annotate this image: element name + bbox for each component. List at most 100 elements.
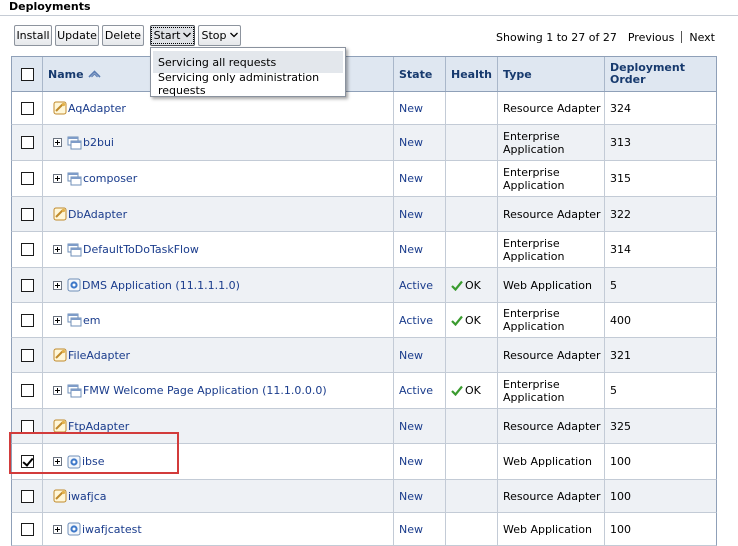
row-select-cell: [12, 92, 43, 124]
row-checkbox[interactable]: [20, 278, 34, 292]
row-checkbox[interactable]: [20, 207, 34, 221]
row-health-cell: [446, 161, 498, 196]
expand-icon[interactable]: [53, 524, 62, 534]
row-health-cell: [446, 444, 498, 479]
row-state-cell: New: [394, 409, 446, 443]
row-checkbox[interactable]: [20, 313, 34, 327]
row-type-cell: Enterprise Application: [498, 125, 605, 160]
row-health-cell: [446, 232, 498, 267]
update-button[interactable]: Update: [55, 25, 99, 46]
deployment-name-link[interactable]: DefaultToDoTaskFlow: [83, 243, 199, 256]
table-row: b2bui New Enterprise Application 313: [11, 125, 717, 161]
expand-icon[interactable]: [53, 138, 62, 147]
resource-adapter-icon: [53, 489, 68, 503]
deployment-name-link[interactable]: DMS Application (11.1.1.1.0): [82, 279, 240, 292]
delete-button[interactable]: Delete: [102, 25, 144, 46]
pager-separator: [681, 31, 683, 43]
row-health-cell: OK: [446, 373, 498, 408]
type-text: Enterprise: [503, 307, 560, 320]
deployment-order-text: 100: [610, 455, 631, 468]
row-order-cell: 325: [605, 409, 716, 443]
deployment-name-link[interactable]: iwafjca: [68, 490, 107, 503]
menu-item-label: Servicing all requests: [158, 55, 277, 69]
table-row: DMS Application (11.1.1.1.0) Active OK Web …: [11, 268, 717, 303]
row-checkbox[interactable]: [20, 522, 34, 536]
table-row: DbAdapter New Resource Adapter 322: [11, 197, 717, 232]
row-checkbox[interactable]: [20, 101, 34, 115]
header-type: Type: [498, 57, 605, 91]
title-divider: [0, 15, 738, 16]
stop-button[interactable]: Stop: [198, 25, 241, 46]
row-select-cell: [12, 268, 43, 302]
header-order-line2: Order: [610, 73, 646, 86]
row-checkbox[interactable]: [20, 384, 34, 397]
deployment-name-link[interactable]: FtpAdapter: [68, 420, 129, 433]
state-text: New: [399, 419, 423, 433]
deployment-name-link[interactable]: b2bui: [83, 136, 114, 149]
start-button[interactable]: Start: [150, 25, 195, 46]
row-order-cell: 5: [605, 373, 716, 408]
expand-icon[interactable]: [53, 315, 62, 325]
deployment-name-link[interactable]: FMW Welcome Page Application (11.1.0.0.0…: [83, 384, 327, 397]
type-text-line2: Application: [503, 142, 565, 156]
row-checkbox[interactable]: [20, 348, 34, 362]
row-select-cell: [12, 303, 43, 337]
expand-icon[interactable]: [53, 280, 62, 290]
expand-icon[interactable]: [53, 245, 62, 254]
row-name-cell: iwafjca: [43, 480, 394, 512]
state-text: New: [399, 455, 423, 468]
row-checkbox[interactable]: [20, 136, 34, 149]
row-name-cell: em: [43, 303, 394, 337]
deployment-order-text: 313: [610, 136, 631, 149]
header-type-label: Type: [503, 67, 532, 81]
row-order-cell: 100: [605, 513, 716, 545]
select-all-checkbox[interactable]: [20, 67, 34, 81]
row-select-cell: [12, 373, 43, 408]
table-row: AqAdapter New Resource Adapter 324: [11, 92, 717, 125]
row-type-cell: Enterprise Application: [498, 303, 605, 337]
deployment-name-link[interactable]: composer: [83, 172, 137, 185]
install-button[interactable]: Install: [14, 25, 52, 46]
delete-button-label: Delete: [104, 29, 142, 42]
health-ok: OK: [451, 314, 481, 327]
state-text: New: [399, 172, 423, 185]
row-health-cell: [446, 338, 498, 372]
type-text: Web Application: [503, 455, 592, 468]
state-text: Active: [399, 313, 434, 327]
row-health-cell: OK: [446, 303, 498, 337]
row-select-cell: [12, 338, 43, 372]
row-order-cell: 100: [605, 480, 716, 512]
deployment-name-link[interactable]: iwafjcatest: [82, 523, 142, 536]
row-order-cell: 400: [605, 303, 716, 337]
state-text: New: [399, 136, 423, 149]
health-text: OK: [465, 278, 481, 292]
table-row: composer New Enterprise Application 315: [11, 161, 717, 197]
deployment-order-text: 321: [610, 348, 631, 362]
row-checkbox[interactable]: [20, 172, 34, 185]
row-checkbox[interactable]: [20, 489, 34, 503]
next-link[interactable]: Next: [689, 31, 715, 44]
chevron-down-icon: [183, 31, 192, 41]
expand-icon[interactable]: [53, 386, 62, 395]
start-button-label: Start: [153, 29, 181, 42]
row-checkbox[interactable]: [20, 419, 34, 433]
sort-ascending-icon: [87, 68, 101, 81]
start-button-face: Start: [150, 27, 195, 44]
deployment-name-link[interactable]: DbAdapter: [68, 208, 127, 221]
row-checkbox[interactable]: [20, 243, 34, 256]
menu-item-servicing-admin[interactable]: Servicing only administration requests: [153, 71, 343, 97]
deployment-name-link[interactable]: AqAdapter: [68, 102, 126, 115]
deployment-name-link[interactable]: em: [83, 314, 100, 327]
row-type-cell: Web Application: [498, 513, 605, 545]
deployment-name-link[interactable]: FileAdapter: [68, 349, 130, 362]
menu-item-servicing-all[interactable]: Servicing all requests: [153, 51, 343, 73]
expand-icon[interactable]: [53, 174, 62, 183]
row-select-cell: [12, 161, 43, 196]
update-button-label: Update: [57, 29, 97, 42]
previous-link[interactable]: Previous: [628, 31, 675, 44]
type-text: Enterprise: [503, 236, 560, 250]
resource-adapter-icon: [53, 207, 68, 221]
row-type-cell: Web Application: [498, 444, 605, 479]
checkmark-icon: [451, 280, 465, 291]
type-text: Resource Adapter: [503, 207, 601, 221]
